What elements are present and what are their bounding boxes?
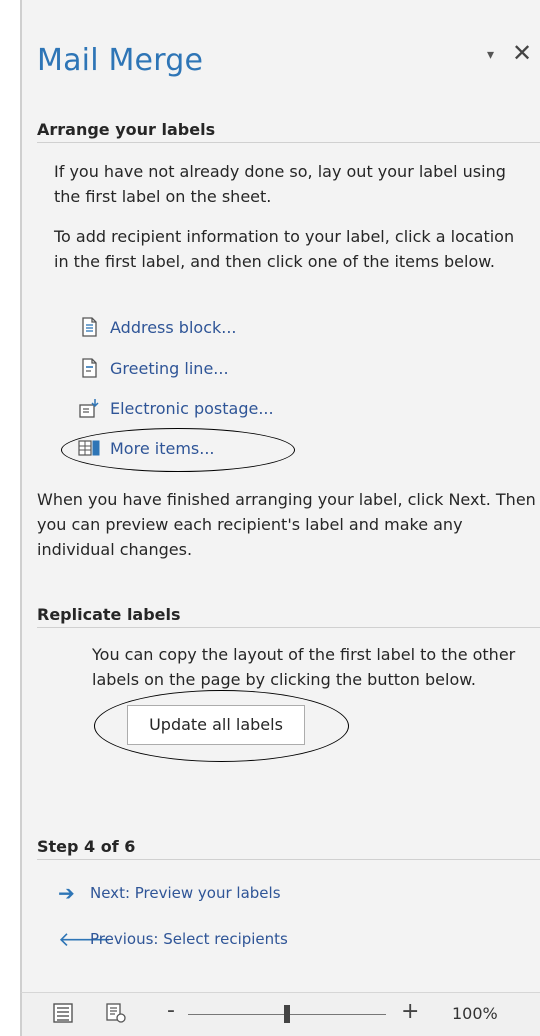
replicate-text: You can copy the layout of the first lab… <box>92 645 516 689</box>
replicate-heading: Replicate labels <box>37 605 181 624</box>
highlight-oval <box>94 690 349 762</box>
pane-options-dropdown-icon[interactable]: ▾ <box>487 47 494 63</box>
arrange-instruction-text: To add recipient information to your lab… <box>54 227 515 271</box>
close-icon[interactable]: ✕ <box>512 39 532 67</box>
zoom-out-button[interactable]: - <box>167 998 175 1023</box>
pane-title: Mail Merge <box>37 43 204 78</box>
arrow-right-icon: ➔ <box>58 881 75 905</box>
greeting-line-link[interactable]: Greeting line... <box>78 355 229 381</box>
next-step-link[interactable]: ➔ Next: Preview your labels <box>58 880 281 906</box>
section-divider <box>37 142 540 143</box>
previous-step-label: Previous: Select recipients <box>90 930 288 948</box>
previous-step-link[interactable]: 🡐 Previous: Select recipients <box>58 926 288 952</box>
arrange-intro-text: If you have not already done so, lay out… <box>54 162 506 206</box>
electronic-postage-link[interactable]: Electronic postage... <box>78 395 274 421</box>
web-layout-view-icon[interactable] <box>105 1002 127 1024</box>
print-layout-view-icon[interactable] <box>52 1002 74 1024</box>
highlight-oval <box>61 428 295 472</box>
greeting-line-label: Greeting line... <box>110 358 229 378</box>
step-heading: Step 4 of 6 <box>37 837 136 856</box>
zoom-slider-thumb[interactable] <box>284 1005 290 1023</box>
arrange-heading: Arrange your labels <box>37 120 216 139</box>
section-divider <box>37 627 540 628</box>
electronic-postage-icon <box>79 399 99 418</box>
zoom-level[interactable]: 100% <box>452 1004 498 1023</box>
arrange-finish-text: When you have finished arranging your la… <box>37 490 536 559</box>
greeting-line-icon <box>82 358 97 378</box>
address-block-link[interactable]: Address block... <box>78 314 237 340</box>
next-step-label: Next: Preview your labels <box>90 884 281 902</box>
electronic-postage-label: Electronic postage... <box>110 398 274 418</box>
address-block-icon <box>82 317 97 337</box>
arrow-left-icon: 🡐 <box>58 927 112 951</box>
address-block-label: Address block... <box>110 317 237 337</box>
zoom-in-button[interactable]: + <box>401 999 419 1024</box>
section-divider <box>37 859 540 860</box>
